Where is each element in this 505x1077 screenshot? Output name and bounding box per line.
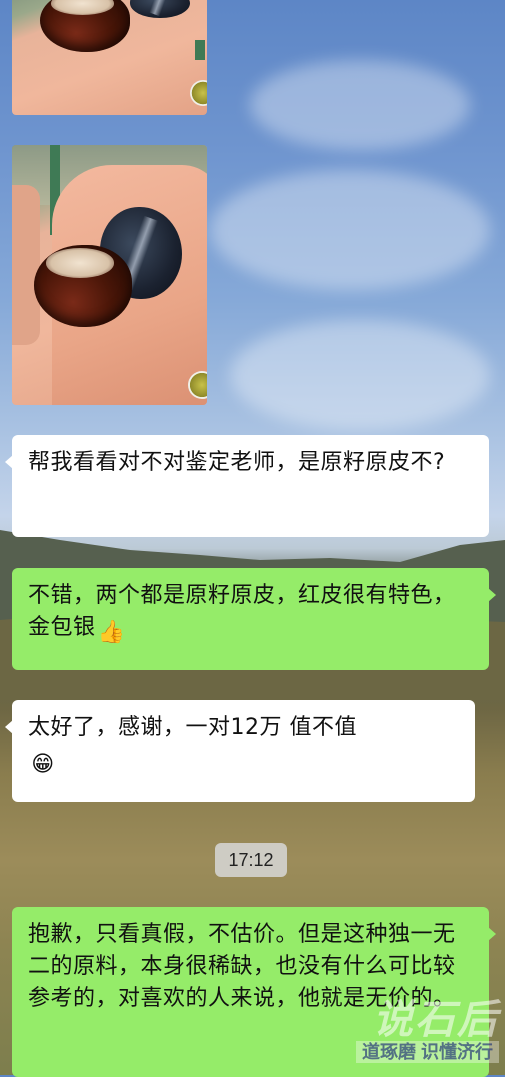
thumb [12, 185, 40, 345]
grinning-face-icon: 😁 [31, 752, 55, 777]
green-rail [195, 40, 205, 60]
cloud [210, 170, 490, 290]
message-text: 太好了，感谢，一对12万 值不值 [28, 715, 357, 740]
cloud [230, 320, 490, 430]
incoming-message[interactable]: 太好了，感谢，一对12万 值不值 😁 [5, 700, 475, 802]
message-timestamp: 17:12 [215, 843, 287, 877]
shared-photo[interactable] [12, 145, 207, 405]
site-watermark: 说石后 道琢磨 识懂济行 [309, 999, 499, 1069]
red-agate-pebble [34, 245, 132, 327]
red-agate-pebble [40, 0, 130, 52]
message-text: 不错，两个都是原籽原皮，红皮很有特色，金包银 [28, 583, 456, 640]
message-text: 帮我看看对不对鉴定老师，是原籽原皮不? [28, 450, 446, 475]
thumbs-up-icon: 👍 [97, 620, 126, 645]
outgoing-message[interactable]: 不错，两个都是原籽原皮，红皮很有特色，金包银👍 [12, 568, 496, 670]
cloud [250, 60, 470, 150]
incoming-message[interactable]: 帮我看看对不对鉴定老师，是原籽原皮不? [5, 435, 489, 537]
dark-agate-pebble [130, 0, 190, 18]
jar-lid [190, 80, 207, 106]
shared-photo[interactable] [12, 0, 207, 115]
